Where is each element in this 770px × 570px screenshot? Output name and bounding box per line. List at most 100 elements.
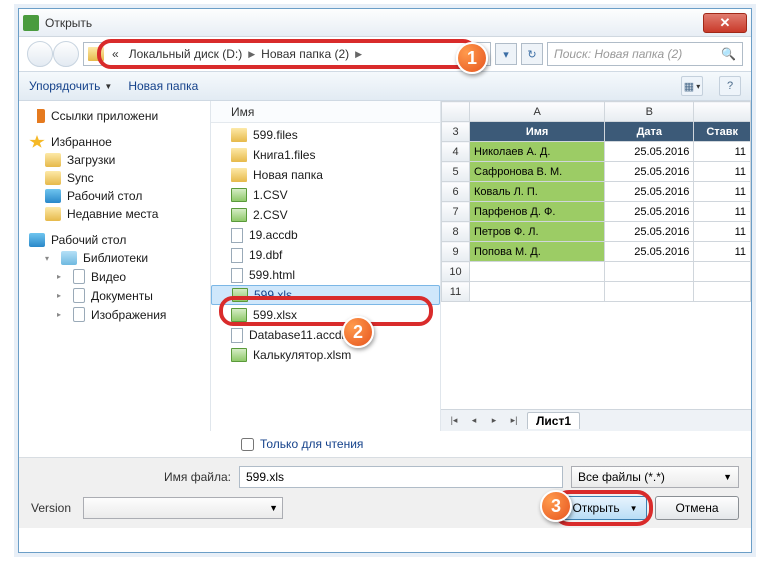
app-icon (23, 15, 39, 31)
file-row[interactable]: Книга1.files (211, 145, 440, 165)
titlebar: Открыть ✕ (19, 9, 751, 37)
nav-forward-button[interactable] (53, 41, 79, 67)
row-header[interactable]: 9 (442, 242, 470, 262)
col-header[interactable]: A (470, 102, 605, 122)
tab-last-button[interactable]: ▸| (507, 414, 521, 428)
organize-menu[interactable]: Упорядочить▼ (29, 79, 112, 93)
nav-row: « Локальный диск (D:) ▶ Новая папка (2) … (19, 37, 751, 71)
library-icon (61, 251, 77, 265)
breadcrumb[interactable]: « Локальный диск (D:) ▶ Новая папка (2) … (83, 42, 491, 66)
sidebar-item-sync[interactable]: Sync (23, 169, 206, 187)
cell[interactable]: 11 (694, 222, 751, 242)
file-row[interactable]: 599.files (211, 125, 440, 145)
readonly-checkbox[interactable] (241, 438, 254, 451)
cell[interactable]: 11 (694, 202, 751, 222)
file-type-combo[interactable]: Все файлы (*.*)▼ (571, 466, 739, 488)
sidebar-item-images[interactable]: ▸Изображения (23, 305, 206, 324)
file-name: Книга1.files (253, 148, 315, 162)
cell[interactable]: 11 (694, 142, 751, 162)
sidebar-group-app-links[interactable]: Ссылки приложени (23, 107, 206, 125)
file-row[interactable]: 1.CSV (211, 185, 440, 205)
cell[interactable]: 25.05.2016 (605, 202, 694, 222)
close-button[interactable]: ✕ (703, 13, 747, 33)
file-row[interactable]: Database11.accdb (211, 325, 440, 345)
file-row[interactable]: 599.xls (211, 285, 440, 305)
tab-first-button[interactable]: |◂ (447, 414, 461, 428)
cell[interactable]: 11 (694, 242, 751, 262)
filename-input[interactable]: 599.xls (239, 466, 563, 488)
cancel-button[interactable]: Отмена (655, 496, 739, 520)
row-header[interactable]: 5 (442, 162, 470, 182)
fld-icon (231, 168, 247, 182)
cell[interactable]: 11 (694, 162, 751, 182)
col-header[interactable]: B (605, 102, 694, 122)
breadcrumb-prefix: « (108, 47, 123, 61)
recent-icon (45, 207, 61, 221)
tab-prev-button[interactable]: ◂ (467, 414, 481, 428)
cell[interactable]: 25.05.2016 (605, 222, 694, 242)
cell[interactable]: 25.05.2016 (605, 142, 694, 162)
file-name: 599.files (253, 128, 298, 142)
caret-right-icon: ▸ (57, 272, 67, 281)
filename-label: Имя файла: (31, 470, 231, 484)
sheet-tab[interactable]: Лист1 (527, 412, 580, 429)
col-header[interactable] (694, 102, 751, 122)
db-icon (231, 228, 243, 243)
file-row[interactable]: 599.xlsx (211, 305, 440, 325)
sidebar-item-video[interactable]: ▸Видео (23, 267, 206, 286)
breadcrumb-seg-1[interactable]: Локальный диск (D:) (125, 47, 247, 61)
sidebar-item-documents[interactable]: ▸Документы (23, 286, 206, 305)
cell[interactable]: 25.05.2016 (605, 242, 694, 262)
open-button[interactable]: Открыть▼ (563, 496, 647, 520)
sidebar-group-favorites[interactable]: Избранное (23, 133, 206, 151)
row-header[interactable]: 8 (442, 222, 470, 242)
star-icon (29, 135, 45, 149)
cell[interactable]: Попова М. Д. (470, 242, 605, 262)
view-mode-button[interactable]: ▦▾ (681, 76, 703, 96)
cell[interactable]: 11 (694, 182, 751, 202)
nav-back-button[interactable] (27, 41, 53, 67)
cell[interactable]: Парфенов Д. Ф. (470, 202, 605, 222)
file-row[interactable]: Новая папка (211, 165, 440, 185)
cell[interactable]: Сафронова В. М. (470, 162, 605, 182)
file-name: 599.html (249, 268, 295, 282)
cell[interactable]: Коваль Л. П. (470, 182, 605, 202)
row-header[interactable]: 4 (442, 142, 470, 162)
search-input[interactable]: Поиск: Новая папка (2) 🔍 (547, 42, 743, 66)
file-list-header[interactable]: Имя (211, 101, 440, 123)
db-icon (231, 248, 243, 263)
row-header[interactable]: 6 (442, 182, 470, 202)
refresh-button[interactable]: ↻ (521, 43, 543, 65)
cell[interactable]: Петров Ф. Л. (470, 222, 605, 242)
help-button[interactable]: ? (719, 76, 741, 96)
file-row[interactable]: 2.CSV (211, 205, 440, 225)
breadcrumb-dropdown[interactable]: ▾ (495, 43, 517, 65)
file-row[interactable]: 19.dbf (211, 245, 440, 265)
caret-right-icon: ▸ (57, 310, 67, 319)
sidebar-item-recent[interactable]: Недавние места (23, 205, 206, 223)
breadcrumb-seg-2[interactable]: Новая папка (2) (257, 47, 353, 61)
bottom-panel: Имя файла: 599.xls Все файлы (*.*)▼ Vers… (19, 457, 751, 528)
sidebar-item-libraries[interactable]: ▾Библиотеки (23, 249, 206, 267)
new-folder-button[interactable]: Новая папка (128, 79, 198, 93)
file-name: 2.CSV (253, 208, 288, 222)
folder-icon (88, 47, 104, 61)
file-name: Калькулятор.xlsm (253, 348, 351, 362)
sidebar-item-downloads[interactable]: Загрузки (23, 151, 206, 169)
preview-pane: AB3ИмяДатаСтавк4Николаев А. Д.25.05.2016… (441, 101, 751, 431)
row-header[interactable]: 3 (442, 122, 470, 142)
row-header[interactable]: 11 (442, 282, 470, 302)
sidebar-item-desktop[interactable]: Рабочий стол (23, 187, 206, 205)
row-header[interactable]: 7 (442, 202, 470, 222)
sidebar-group-desktop[interactable]: Рабочий стол (23, 231, 206, 249)
folder-icon (45, 171, 61, 185)
cell[interactable]: Николаев А. Д. (470, 142, 605, 162)
file-row[interactable]: 599.html (211, 265, 440, 285)
file-row[interactable]: 19.accdb (211, 225, 440, 245)
tab-next-button[interactable]: ▸ (487, 414, 501, 428)
cell[interactable]: 25.05.2016 (605, 182, 694, 202)
row-header[interactable]: 10 (442, 262, 470, 282)
file-row[interactable]: Калькулятор.xlsm (211, 345, 440, 365)
version-combo[interactable]: ▼ (83, 497, 283, 519)
cell[interactable]: 25.05.2016 (605, 162, 694, 182)
